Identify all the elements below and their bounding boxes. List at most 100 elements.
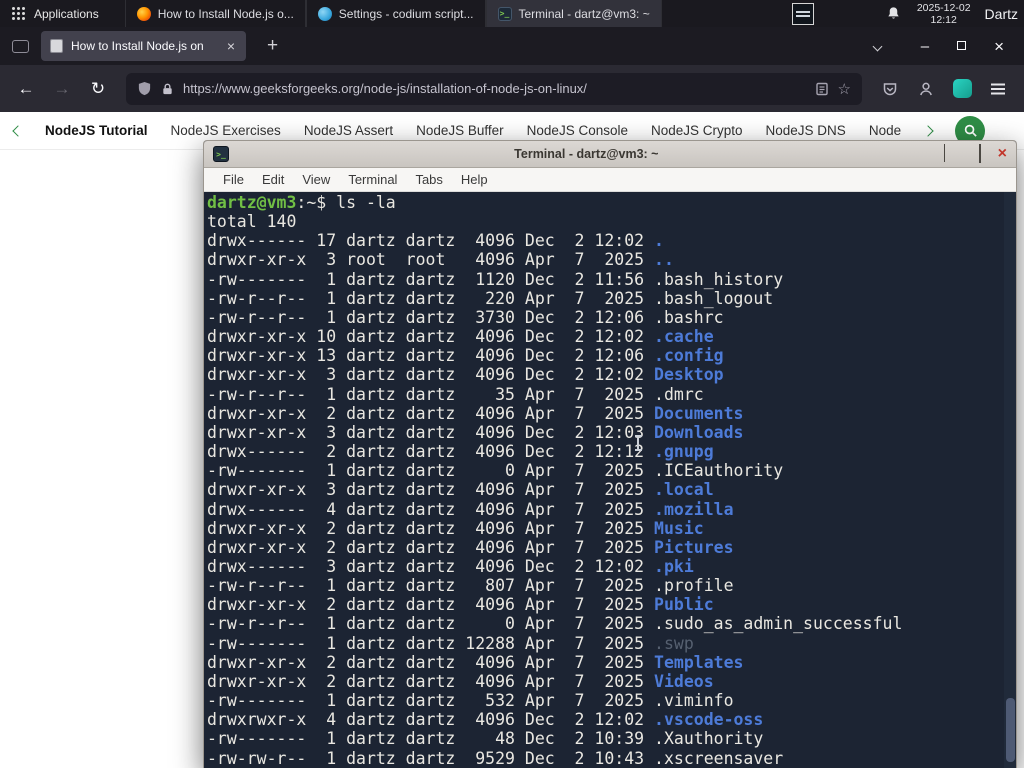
terminal-line: drwxr-xr-x 2 dartz dartz 4096 Apr 7 2025… (207, 403, 744, 423)
shield-icon[interactable] (137, 81, 152, 96)
terminal-line: drwxr-xr-x 3 root root 4096 Apr 7 2025 .… (207, 250, 674, 270)
nav-item-nodejs-console[interactable]: NodeJS Console (527, 123, 628, 138)
tray-terminal-icon[interactable] (791, 2, 814, 25)
account-button[interactable] (910, 73, 942, 105)
terminal-line: drwxr-xr-x 2 dartz dartz 4096 Apr 7 2025… (207, 518, 704, 538)
terminal-scrollbar-thumb[interactable] (1005, 698, 1015, 762)
reader-view-icon[interactable] (815, 82, 829, 96)
tab-close-icon[interactable]: × (225, 38, 237, 54)
top-panel: Applications How to Install Node.js o...… (0, 0, 1024, 27)
terminal-line: drwxr-xr-x 10 dartz dartz 4096 Dec 2 12:… (207, 327, 714, 347)
terminal-line: total 140 (207, 212, 297, 232)
pocket-button[interactable] (874, 73, 906, 105)
navigation-toolbar: ← → ↻ https://www.geeksforgeeks.org/node… (0, 65, 1024, 112)
nav-scroll-left-button[interactable] (12, 123, 24, 138)
search-icon (964, 124, 977, 137)
terminal-title-bar[interactable]: >_ Terminal - dartz@vm3: ~ × (204, 141, 1016, 168)
nav-item-nodejs-assert[interactable]: NodeJS Assert (304, 123, 393, 138)
terminal-maximize-button[interactable] (978, 144, 981, 163)
terminal-line: drwxr-xr-x 3 dartz dartz 4096 Apr 7 2025… (207, 480, 714, 500)
browser-maximize-button[interactable] (957, 37, 967, 55)
menu-edit[interactable]: Edit (253, 172, 293, 187)
reload-button[interactable]: ↻ (82, 73, 114, 105)
terminal-line: drwx------ 3 dartz dartz 4096 Dec 2 12:0… (207, 556, 694, 576)
terminal-line: drwxr-xr-x 3 dartz dartz 4096 Dec 2 12:0… (207, 422, 744, 442)
terminal-icon: >_ (213, 146, 229, 162)
browser-close-button[interactable]: × (994, 38, 1004, 55)
firefox-icon (136, 6, 151, 21)
codium-icon (317, 6, 332, 21)
terminal-shade-button[interactable] (943, 144, 945, 163)
page-favicon (50, 39, 63, 53)
browser-window-controls: – × (921, 37, 1016, 55)
terminal-line: drwxr-xr-x 2 dartz dartz 4096 Apr 7 2025… (207, 671, 714, 691)
taskbar-item-terminal[interactable]: >_ Terminal - dartz@vm3: ~ (485, 0, 662, 27)
taskbar-item-firefox[interactable]: How to Install Node.js o... (124, 0, 306, 27)
chevron-down-icon (872, 41, 883, 52)
nav-item-nodejs-dns[interactable]: NodeJS DNS (766, 123, 846, 138)
url-text: https://www.geeksforgeeks.org/node-js/in… (183, 81, 587, 96)
extension-button[interactable] (946, 73, 978, 105)
tab-bar: How to Install Node.js on × + – × (0, 27, 1024, 65)
terminal-line: drwxr-xr-x 2 dartz dartz 4096 Apr 7 2025… (207, 595, 714, 615)
new-tab-button[interactable]: + (261, 35, 284, 57)
taskbar-item-codium[interactable]: Settings - codium script... (305, 0, 486, 27)
nav-item-node[interactable]: Node (869, 123, 901, 138)
nav-item-nodejs-crypto[interactable]: NodeJS Crypto (651, 123, 743, 138)
bell-icon (888, 7, 899, 19)
list-all-tabs-button[interactable] (872, 37, 883, 55)
terminal-line: -rw-r--r-- 1 dartz dartz 0 Apr 7 2025 .s… (207, 614, 903, 634)
maximize-icon (957, 41, 967, 50)
terminal-close-button[interactable]: × (998, 146, 1007, 162)
browser-minimize-button[interactable]: – (921, 39, 929, 54)
clock[interactable]: 2025-12-02 12:12 (917, 2, 971, 26)
url-bar[interactable]: https://www.geeksforgeeks.org/node-js/in… (126, 72, 862, 105)
user-menu[interactable]: Dartz (985, 6, 1024, 22)
menu-file[interactable]: File (214, 172, 253, 187)
menu-tabs[interactable]: Tabs (406, 172, 451, 187)
notifications-button[interactable] (886, 6, 901, 21)
terminal-output[interactable]: dartz@vm3:~$ ls -la total 140 drwx------ 1… (204, 192, 1016, 768)
terminal-line: drwx------ 4 dartz dartz 4096 Apr 7 2025… (207, 499, 734, 519)
back-button[interactable]: ← (10, 73, 42, 105)
terminal-line: dartz@vm3:~$ ls -la (207, 193, 396, 212)
terminal-line: -rw------- 1 dartz dartz 48 Dec 2 10:39 … (207, 729, 764, 749)
terminal-line: drwxr-xr-x 2 dartz dartz 4096 Apr 7 2025… (207, 652, 744, 672)
terminal-window: >_ Terminal - dartz@vm3: ~ × File Edit V… (203, 140, 1017, 768)
terminal-line: -rw-r--r-- 1 dartz dartz 35 Apr 7 2025 .… (207, 384, 704, 404)
terminal-line: -rw------- 1 dartz dartz 1120 Dec 2 11:5… (207, 269, 784, 289)
bookmark-star-icon[interactable]: ☆ (838, 80, 851, 98)
forward-button[interactable]: → (46, 73, 78, 105)
desktop: Applications How to Install Node.js o...… (0, 0, 1024, 768)
terminal-line: drwxr-xr-x 13 dartz dartz 4096 Dec 2 12:… (207, 346, 724, 366)
terminal-line: drwxr-xr-x 2 dartz dartz 4096 Apr 7 2025… (207, 537, 734, 557)
terminal-menu-bar: File Edit View Terminal Tabs Help (204, 168, 1016, 192)
terminal-line: drwx------ 17 dartz dartz 4096 Dec 2 12:… (207, 231, 664, 251)
browser-tab[interactable]: How to Install Node.js on × (41, 31, 246, 61)
nav-scroll-right-button[interactable] (922, 123, 934, 138)
chevron-right-icon (922, 125, 934, 137)
terminal-line: -rw------- 1 dartz dartz 12288 Apr 7 202… (207, 633, 694, 653)
applications-label: Applications (34, 6, 99, 21)
lock-icon[interactable] (161, 82, 174, 96)
nav-item-nodejs-tutorial[interactable]: NodeJS Tutorial (45, 123, 148, 138)
applications-menu[interactable]: Applications (0, 0, 111, 27)
terminal-scrollbar[interactable] (1004, 192, 1016, 768)
terminal-title: Terminal - dartz@vm3: ~ (514, 147, 659, 161)
menu-terminal[interactable]: Terminal (339, 172, 406, 187)
nav-item-nodejs-exercises[interactable]: NodeJS Exercises (171, 123, 281, 138)
terminal-line: -rw------- 1 dartz dartz 0 Apr 7 2025 .I… (207, 461, 784, 481)
mouse-cursor (634, 435, 642, 451)
menu-help[interactable]: Help (452, 172, 497, 187)
firefox-view-button[interactable] (12, 39, 29, 53)
tab-title: How to Install Node.js on (71, 39, 204, 53)
nav-item-nodejs-buffer[interactable]: NodeJS Buffer (416, 123, 504, 138)
clock-time: 12:12 (930, 13, 957, 26)
terminal-line: drwxr-xr-x 3 dartz dartz 4096 Dec 2 12:0… (207, 365, 724, 385)
menu-button[interactable] (982, 73, 1014, 105)
menu-view[interactable]: View (293, 172, 339, 187)
terminal-line: drwxrwxr-x 4 dartz dartz 4096 Dec 2 12:0… (207, 710, 764, 730)
terminal-icon: >_ (497, 6, 512, 21)
chevron-left-icon (12, 125, 24, 137)
terminal-line: -rw-r--r-- 1 dartz dartz 807 Apr 7 2025 … (207, 576, 734, 596)
